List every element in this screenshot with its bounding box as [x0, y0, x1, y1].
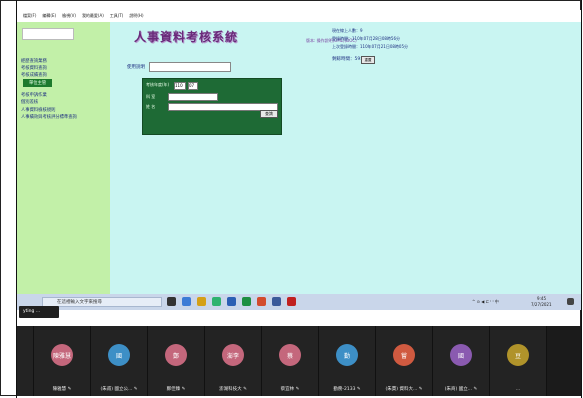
remaining-label: 剩餘時間：	[332, 57, 355, 62]
department-label: 科 室	[146, 94, 156, 99]
sidebar-item-0[interactable]: 經歷查詢業務	[21, 58, 47, 64]
app-logo: 人事資料考核系統	[134, 30, 239, 44]
edge-icon[interactable]	[182, 297, 191, 306]
participant-name: 鄭佳臻 ✎	[166, 387, 186, 392]
browser-menubar: 檔案(F) 編輯(E) 檢視(V) 我的最愛(A) 工具(T) 說明(H)	[17, 10, 581, 22]
meeting-participants-strip: 陳雅慧 陳雅慧 ✎ 國 (朱甫) 國立公... ✎ 鄭 鄭佳臻 ✎ 澎李 澎湖科…	[17, 326, 581, 396]
sidebar-banner	[22, 28, 74, 40]
sidebar: 經歷查詢業務 考核資料查詢 考核成績查詢 單位主管 考核申訴作業 個別差核 人事…	[17, 22, 110, 310]
help-link[interactable]: 使用說明	[127, 64, 145, 70]
query-button[interactable]: 查詢	[260, 110, 278, 118]
participant-tile[interactable]: 豆 ...	[490, 326, 547, 396]
shared-screen: 檔案(F) 編輯(E) 檢視(V) 我的最愛(A) 工具(T) 說明(H) 經歷…	[17, 10, 581, 310]
sidebar-item-selected[interactable]: 單位主管	[23, 79, 53, 87]
participant-tile[interactable]: 國 (朱商) 國立... ✎	[433, 326, 490, 396]
notification-icon[interactable]	[567, 298, 574, 305]
taskbar: 在這裡輸入文字來搜尋 ^ ⊙ ◀ ⊏ ⁽ ⁾ 中 9:45 7/27/2021	[17, 294, 581, 310]
sidebar-item-5[interactable]: 個別差核	[21, 99, 38, 105]
login-time: 登錄時間：110年07月28日08時56分	[332, 36, 400, 41]
year-field[interactable]: 110	[174, 82, 186, 90]
explorer-icon[interactable]	[197, 297, 206, 306]
menu-help[interactable]: 說明(H)	[129, 13, 143, 19]
frame-divider-right	[581, 0, 582, 398]
menu-file[interactable]: 檔案(F)	[23, 13, 36, 19]
participant-avatar: 國	[450, 344, 472, 366]
reset-timer-button[interactable]: 重置	[361, 56, 375, 64]
participant-avatar: 國	[108, 344, 130, 366]
powerpoint-icon[interactable]	[257, 297, 266, 306]
participant-name: (朱賈) 資料大... ✎	[385, 387, 423, 392]
sidebar-item-1[interactable]: 考核資料查詢	[21, 65, 47, 71]
participant-tile[interactable]: 國 (朱甫) 國立公... ✎	[91, 326, 148, 396]
online-users: 現在線上人數：9	[332, 28, 363, 33]
participant-avatar: 蔡	[279, 344, 301, 366]
sidebar-item-6[interactable]: 人事資料檢核規則	[21, 107, 55, 113]
menu-view[interactable]: 檢視(V)	[62, 13, 76, 19]
participant-tile-edge	[17, 326, 34, 396]
taskbar-date: 7/27/2021	[531, 302, 552, 307]
taskbar-search[interactable]: 在這裡輸入文字來搜尋	[42, 297, 162, 307]
participant-tile[interactable]: 陳雅慧 陳雅慧 ✎	[34, 326, 91, 396]
menu-favorites[interactable]: 我的最愛(A)	[82, 13, 104, 19]
system-tray[interactable]: ^ ⊙ ◀ ⊏ ⁽ ⁾ 中	[472, 299, 499, 305]
last-login-time: 上次登錄時間：110年07月21日08時05分	[332, 44, 408, 49]
month-field[interactable]: 07	[188, 82, 198, 90]
zoom-icon[interactable]	[272, 297, 281, 306]
participant-name: (朱商) 國立... ✎	[444, 387, 478, 392]
name-label: 姓 名	[146, 104, 156, 109]
sidebar-item-2[interactable]: 考核成績查詢	[21, 72, 47, 78]
participant-avatar: 鄭	[165, 344, 187, 366]
participant-avatar: 嘗	[393, 344, 415, 366]
participant-name: 蔡宜林 ✎	[280, 387, 300, 392]
sidebar-item-4[interactable]: 考核申訴作業	[21, 92, 47, 98]
participant-name: 陳雅慧 ✎	[52, 387, 72, 392]
sidebar-item-7[interactable]: 人事績效與考核評分標準查詢	[21, 114, 77, 120]
pdf-icon[interactable]	[287, 297, 296, 306]
menu-edit[interactable]: 編輯(E)	[42, 13, 56, 19]
participant-name: 勤務-2133 ✎	[333, 387, 361, 392]
chrome-icon[interactable]	[212, 297, 221, 306]
taskbar-time: 9:45	[537, 296, 546, 301]
participant-avatar: 勤	[336, 344, 358, 366]
menu-tools[interactable]: 工具(T)	[110, 13, 124, 19]
participant-tile[interactable]: 蔡 蔡宜林 ✎	[262, 326, 319, 396]
participant-tile[interactable]: 澎李 澎湖科技大 ✎	[205, 326, 262, 396]
participant-name: (朱甫) 國立公... ✎	[100, 387, 138, 392]
word-icon[interactable]	[227, 297, 236, 306]
screen-share-tag: yting ...	[19, 306, 59, 318]
query-panel: 考核年度(年) 110 07 科 室 姓 名 查詢	[142, 78, 282, 135]
year-label: 考核年度(年)	[146, 82, 170, 87]
taskbar-bg: 在這裡輸入文字來搜尋 ^ ⊙ ◀ ⊏ ⁽ ⁾ 中 9:45 7/27/2021	[17, 294, 581, 310]
participant-avatar: 豆	[507, 344, 529, 366]
participant-name: ...	[515, 387, 521, 392]
excel-icon[interactable]	[242, 297, 251, 306]
task-view-icon[interactable]	[167, 297, 176, 306]
search-input[interactable]	[149, 62, 231, 72]
department-select[interactable]	[168, 93, 218, 101]
participant-avatar: 澎李	[222, 344, 244, 366]
participant-tile[interactable]: 鄭 鄭佳臻 ✎	[148, 326, 205, 396]
participant-tile[interactable]: 嘗 (朱賈) 資料大... ✎	[376, 326, 433, 396]
participant-name: 澎湖科技大 ✎	[219, 387, 247, 392]
participant-tile[interactable]: 勤 勤務-2133 ✎	[319, 326, 376, 396]
participant-avatar: 陳雅慧	[51, 344, 73, 366]
